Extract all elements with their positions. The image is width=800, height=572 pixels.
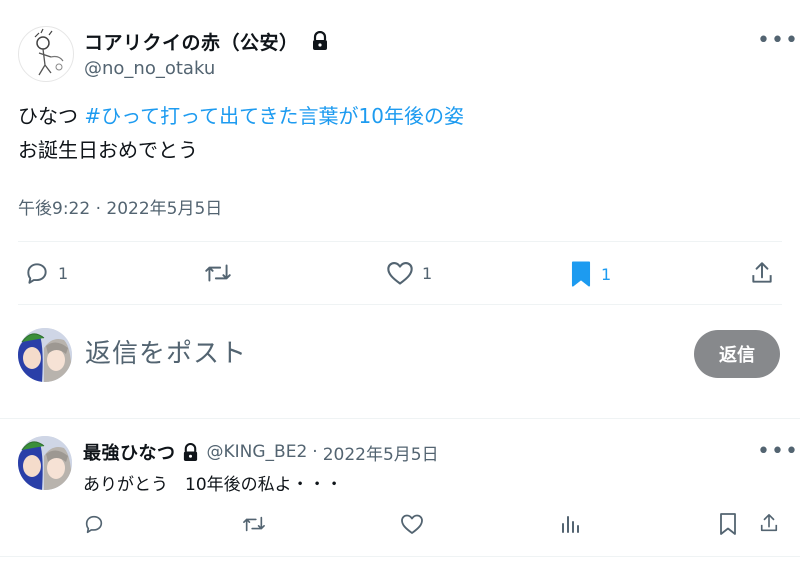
like-action[interactable]: 1 (386, 260, 432, 286)
reply-author-handle[interactable]: @KING_BE2 (207, 442, 308, 462)
reply-action[interactable]: 1 (24, 260, 68, 286)
reply-count: 1 (58, 263, 69, 283)
avatar-sketch-image (34, 28, 64, 76)
tweet-text: ひなつ #ひって打って出てきた言葉が10年後の姿 お誕生日おめでとう (18, 99, 782, 167)
reply-icon (27, 263, 47, 284)
heart-icon (387, 262, 413, 285)
tweet-line-1: ひなつ #ひって打って出てきた言葉が10年後の姿 (18, 99, 782, 133)
lock-icon (313, 31, 327, 50)
avatar-anime-image (18, 328, 72, 382)
reply-header: 最強ひなつ @KING_BE2 · 2022年5月5日 (83, 439, 439, 465)
reply-like-action[interactable] (400, 513, 424, 535)
tweet-text-prefix: ひなつ (18, 104, 85, 128)
author-name[interactable]: コアリクイの赤（公安） (84, 28, 299, 55)
reply-separator: · (312, 442, 318, 462)
reply-views-action[interactable] (560, 513, 582, 535)
share-icon (760, 514, 778, 532)
reply-retweet-action[interactable] (241, 513, 267, 535)
avatar-anime-image (18, 436, 72, 490)
reply-icon (85, 515, 103, 534)
reply-submit-button[interactable]: 返信 (694, 330, 780, 378)
reply-text: ありがとう 10年後の私よ・・・ (83, 475, 343, 495)
divider (18, 304, 782, 305)
reply-more-options-icon[interactable]: ••• (757, 441, 799, 463)
reply-author-avatar[interactable] (18, 436, 72, 490)
lock-icon (183, 442, 197, 461)
share-action[interactable] (750, 260, 774, 286)
more-options-icon[interactable]: ••• (757, 30, 799, 52)
section-divider (0, 418, 800, 419)
reply-author-name[interactable]: 最強ひなつ (83, 439, 176, 465)
tweet-timestamp[interactable]: 午後9:22 · 2022年5月5日 (18, 194, 222, 219)
author-handle[interactable]: @no_no_otaku (84, 58, 215, 79)
reply-bookmark-action[interactable] (718, 512, 738, 536)
reply-input[interactable]: 返信をポスト (85, 333, 247, 370)
divider (18, 241, 782, 242)
heart-icon (401, 514, 423, 534)
retweet-action[interactable] (203, 260, 233, 286)
bottom-divider (0, 556, 800, 557)
author-avatar[interactable] (18, 26, 74, 82)
like-count: 1 (422, 263, 433, 283)
reply-date[interactable]: 2022年5月5日 (323, 440, 439, 465)
retweet-icon (243, 516, 265, 532)
retweet-icon (205, 264, 231, 282)
reply-reply-action[interactable] (83, 513, 105, 535)
analytics-icon (562, 516, 579, 533)
bookmark-icon (720, 513, 736, 535)
reply-share-action[interactable] (759, 512, 779, 534)
bookmark-count: 1 (601, 264, 612, 284)
bookmark-action[interactable]: 1 (569, 260, 611, 288)
current-user-avatar[interactable] (18, 328, 72, 382)
share-icon (752, 262, 772, 283)
tweet-line-2: お誕生日おめでとう (18, 138, 198, 162)
bookmark-filled-icon (571, 261, 591, 287)
hashtag-link[interactable]: #ひって打って出てきた言葉が10年後の姿 (84, 104, 464, 128)
